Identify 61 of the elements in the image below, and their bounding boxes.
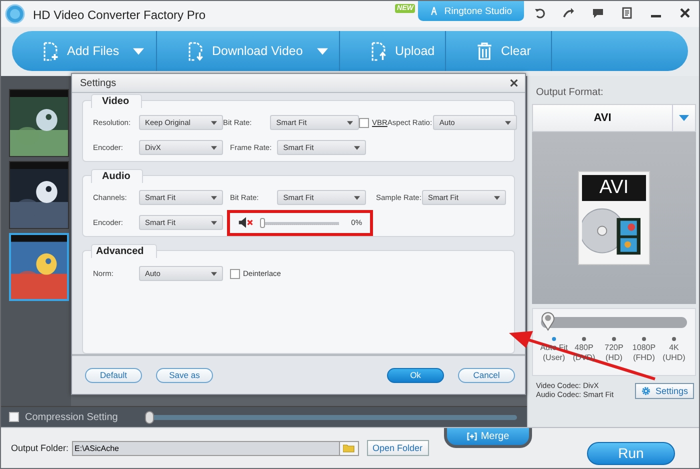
output-folder-field[interactable]: E:\ASicAche — [72, 440, 340, 456]
avi-file-icon: AVI — [578, 171, 650, 265]
slider-thumb[interactable] — [260, 218, 265, 228]
trash-icon — [476, 42, 493, 60]
close-icon[interactable] — [679, 7, 691, 19]
notes-icon[interactable] — [621, 7, 633, 19]
compression-slider[interactable] — [145, 410, 517, 424]
caret-icon — [211, 272, 217, 276]
quality-slider[interactable] — [541, 311, 687, 331]
muted-speaker-icon[interactable] — [238, 217, 254, 228]
gear-icon — [641, 386, 652, 396]
caret-icon — [211, 146, 217, 150]
settings-button[interactable]: Settings — [635, 383, 694, 399]
caret-icon — [505, 120, 512, 124]
checkbox[interactable] — [230, 268, 240, 278]
undo-icon[interactable] — [534, 7, 546, 19]
option-label: 4K (UHD) — [662, 343, 686, 363]
add-file-icon — [42, 42, 59, 60]
folder-icon — [342, 444, 355, 452]
quality-option[interactable]: 4K (UHD) — [659, 337, 689, 363]
merge-icon — [466, 432, 477, 441]
quality-option[interactable]: 1080P (FHD) — [629, 337, 659, 363]
dialog-button[interactable]: Cancel — [458, 368, 515, 382]
close-icon[interactable] — [510, 79, 518, 87]
dialog-button[interactable]: Save as — [156, 368, 213, 382]
compression-checkbox[interactable] — [9, 412, 19, 422]
window-title: HD Video Converter Factory Pro — [33, 8, 206, 22]
caret-icon — [354, 146, 360, 150]
format-dropdown[interactable]: AVI — [532, 104, 696, 132]
share-icon[interactable] — [563, 7, 575, 19]
volume-slider[interactable] — [260, 218, 340, 228]
option-label: 1080P (FHD) — [632, 343, 656, 363]
group-title: Advanced — [91, 244, 157, 258]
caret-icon — [133, 48, 144, 54]
caret-icon — [354, 196, 360, 200]
option-label: 720P (HD) — [604, 343, 624, 363]
open-folder-button[interactable]: Open Folder — [366, 440, 429, 456]
slider-thumb[interactable] — [541, 311, 555, 331]
upload-file-icon — [370, 42, 387, 60]
dialog-title: Settings — [80, 78, 116, 88]
caret-icon — [211, 196, 217, 200]
caret-icon — [347, 120, 353, 124]
download-file-icon — [187, 42, 204, 60]
output-folder-label: Output Folder: — [11, 443, 69, 453]
quality-option[interactable]: 720P (HD) — [599, 337, 629, 363]
compression-label: Compression Setting — [25, 412, 119, 422]
group-title: Audio — [91, 169, 144, 183]
slider-thumb[interactable] — [145, 410, 154, 424]
group-title: Video — [91, 94, 142, 108]
dialog-button[interactable]: Default — [85, 368, 142, 382]
chat-icon[interactable] — [592, 7, 604, 19]
caret-icon — [679, 115, 689, 121]
caret-icon — [316, 48, 328, 54]
browse-folder-button[interactable] — [340, 440, 359, 456]
caret-icon — [494, 196, 500, 200]
output-format-label: Output Format: — [536, 87, 604, 98]
tuning-fork-icon — [430, 6, 438, 16]
caret-icon — [211, 120, 217, 124]
app-logo-icon — [5, 4, 25, 24]
caret-icon — [211, 220, 217, 224]
checkbox[interactable] — [359, 118, 369, 128]
